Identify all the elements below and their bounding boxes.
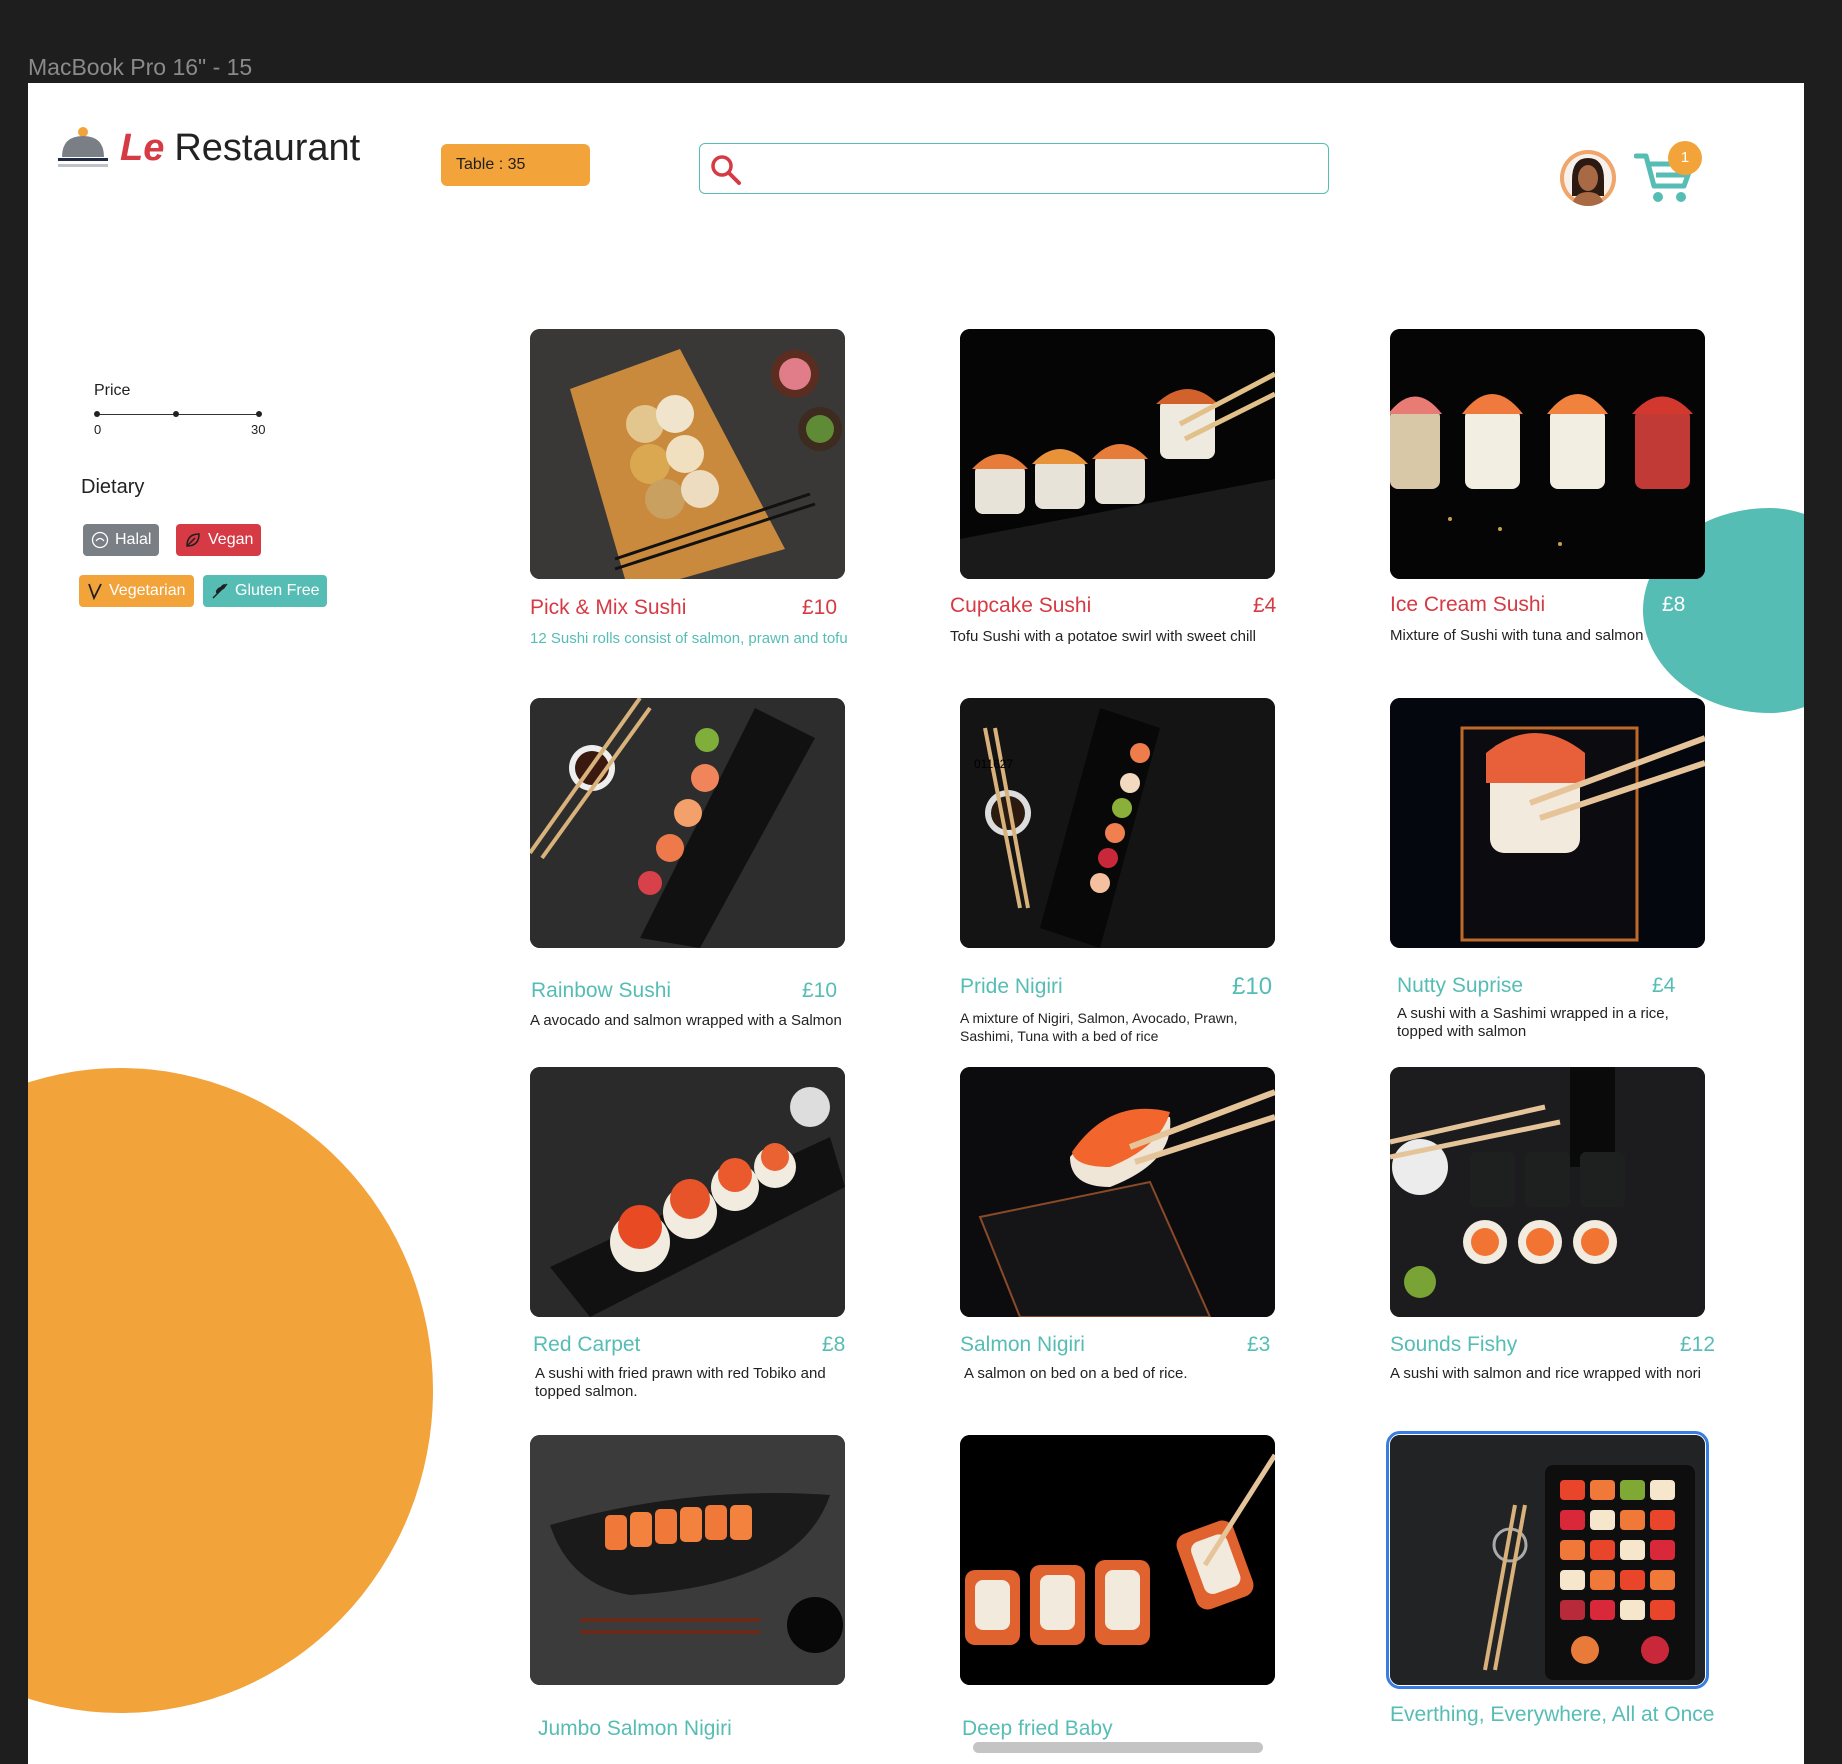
decorative-blob-orange: [28, 1068, 433, 1713]
logo-prefix: Le: [120, 126, 165, 169]
menu-item-name[interactable]: Sounds Fishy: [1390, 1333, 1517, 1357]
chip-halal[interactable]: Halal: [83, 524, 160, 556]
photo-overlay-text: 011627: [974, 757, 1013, 771]
logo[interactable]: Le Restaurant: [58, 125, 360, 171]
chip-label: Vegan: [208, 531, 254, 548]
menu-item-price: £8: [1662, 593, 1686, 616]
price-slider[interactable]: 0 30: [94, 406, 266, 437]
app-frame: Le Restaurant Table : 35 1 Price 0 30 Di…: [28, 83, 1804, 1764]
menu-item-description: A salmon on bed on a bed of rice.: [964, 1365, 1188, 1382]
menu-item-name[interactable]: Deep fried Baby: [962, 1717, 1113, 1741]
food-photo-selected[interactable]: [1386, 1431, 1709, 1689]
menu-item-price: £10: [802, 596, 838, 619]
menu-item-price: £4: [1253, 594, 1277, 617]
menu-item-price: £3: [1247, 1333, 1271, 1356]
menu-item-name[interactable]: Pick & Mix Sushi: [530, 596, 686, 620]
menu-item-price: £10: [802, 979, 838, 1002]
slider-max-handle[interactable]: [256, 411, 262, 417]
slider-mid-handle[interactable]: [173, 411, 179, 417]
menu-item-description: Mixture of Sushi with tuna and salmon: [1390, 627, 1644, 644]
menu-item-description: A avocado and salmon wrapped with a Salm…: [530, 1012, 842, 1029]
menu-item-name[interactable]: Cupcake Sushi: [950, 594, 1091, 618]
slider-min-label: 0: [94, 422, 102, 437]
menu-item-description: 12 Sushi rolls consist of salmon, prawn …: [530, 630, 848, 647]
sprout-icon: [88, 583, 102, 600]
wheat-icon: [212, 583, 228, 599]
food-photo[interactable]: [530, 1067, 845, 1317]
chip-label: Halal: [115, 531, 152, 548]
menu-item-description: Tofu Sushi with a potatoe swirl with swe…: [950, 628, 1256, 645]
food-photo[interactable]: [960, 1435, 1275, 1685]
menu-item-name[interactable]: Ice Cream Sushi: [1390, 593, 1545, 617]
menu-item-price: £12: [1680, 1333, 1716, 1356]
menu-item-description: A sushi with a Sashimi wrapped in a rice…: [1397, 1005, 1669, 1040]
cloche-icon: [58, 125, 108, 171]
food-photo[interactable]: 011627: [960, 698, 1275, 948]
price-filter-label: Price: [94, 382, 131, 399]
menu-item-description: A mixture of Nigiri, Salmon, Avocado, Pr…: [960, 1010, 1238, 1044]
menu-item-price: £10: [1232, 973, 1273, 1000]
food-photo[interactable]: [960, 1067, 1275, 1317]
food-photo[interactable]: [1390, 698, 1705, 948]
food-photo[interactable]: [530, 1435, 845, 1685]
leaf-icon: [186, 533, 200, 547]
menu-item-price: £8: [822, 1333, 846, 1356]
food-photo[interactable]: [530, 329, 845, 579]
dietary-filter-label: Dietary: [81, 476, 145, 498]
table-badge: Table : 35: [441, 144, 590, 186]
logo-name: Restaurant: [174, 126, 361, 169]
chip-gluten-free[interactable]: Gluten Free: [203, 575, 328, 607]
chip-vegetarian[interactable]: Vegetarian: [79, 575, 194, 607]
menu-item-name[interactable]: Rainbow Sushi: [531, 979, 671, 1003]
cart-count-badge: 1: [1668, 141, 1702, 175]
frame-label: MacBook Pro 16" - 15: [28, 54, 253, 80]
search-input[interactable]: [750, 152, 1310, 185]
menu-item-name[interactable]: Nutty Suprise: [1397, 974, 1523, 998]
avatar[interactable]: [1560, 150, 1616, 206]
menu-item-name[interactable]: Jumbo Salmon Nigiri: [538, 1717, 732, 1741]
menu-item-description: A sushi with salmon and rice wrapped wit…: [1390, 1365, 1701, 1382]
menu-item-name[interactable]: Pride Nigiri: [960, 975, 1063, 999]
food-photo[interactable]: [530, 698, 845, 948]
food-photo[interactable]: [1390, 329, 1705, 579]
search-bar[interactable]: [699, 143, 1329, 194]
food-photo[interactable]: [1390, 1067, 1705, 1317]
food-photo[interactable]: [960, 329, 1275, 579]
menu-item-name[interactable]: Red Carpet: [533, 1333, 640, 1357]
menu-item-price: £4: [1652, 974, 1676, 997]
slider-max-label: 30: [251, 422, 266, 437]
horizontal-scrollbar[interactable]: [973, 1742, 1263, 1753]
menu-item-description: A sushi with fried prawn with red Tobiko…: [535, 1365, 826, 1400]
slider-min-handle[interactable]: [94, 411, 100, 417]
chip-vegan[interactable]: Vegan: [176, 524, 262, 556]
chip-label: Gluten Free: [235, 582, 320, 599]
menu-item-name[interactable]: Salmon Nigiri: [960, 1333, 1085, 1357]
halal-icon: [91, 531, 109, 549]
menu-item-name[interactable]: Everthing, Everywhere, All at Once: [1390, 1703, 1715, 1727]
chip-label: Vegetarian: [109, 582, 186, 599]
search-icon[interactable]: [710, 154, 742, 186]
